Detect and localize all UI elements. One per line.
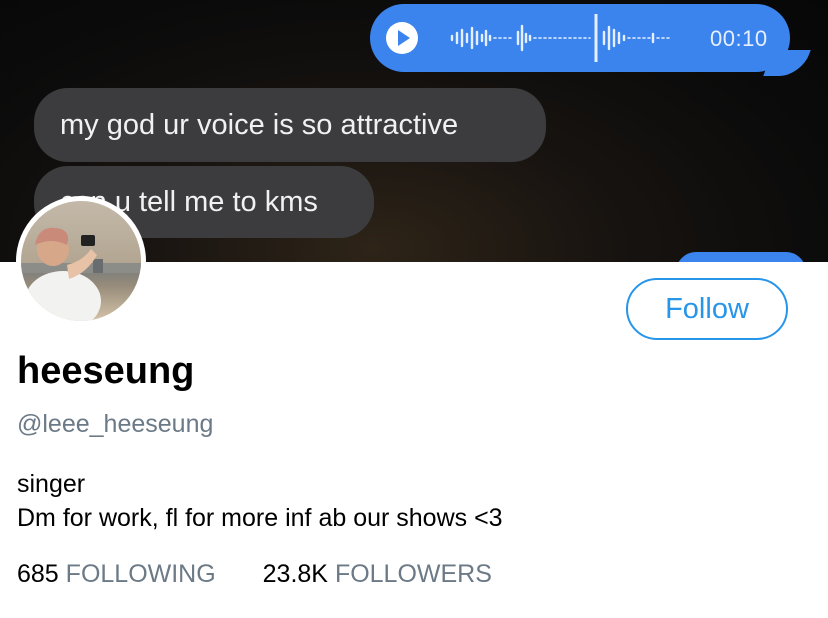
voice-message-bubble: 00:10 bbox=[370, 4, 790, 72]
followers-link[interactable]: 23.8K FOLLOWERS bbox=[263, 560, 492, 589]
avatar[interactable] bbox=[16, 196, 146, 326]
message-bubble-partial bbox=[676, 252, 806, 262]
display-name: heeseung bbox=[17, 350, 195, 392]
voice-duration: 00:10 bbox=[710, 26, 768, 51]
followers-count: 23.8K bbox=[262, 560, 328, 588]
following-count: 685 bbox=[17, 560, 59, 588]
waveform-icon bbox=[450, 14, 673, 62]
avatar-image bbox=[21, 201, 141, 321]
followers-label: FOLLOWERS bbox=[334, 560, 492, 588]
user-handle: @leee_heeseung bbox=[17, 410, 214, 438]
bio-line: singer bbox=[17, 470, 86, 498]
profile-stats: 685 FOLLOWING 23.8K FOLLOWERS bbox=[17, 560, 532, 589]
following-link[interactable]: 685 FOLLOWING bbox=[17, 560, 216, 589]
following-label: FOLLOWING bbox=[65, 560, 216, 588]
bio-line: Dm for work, fl for more inf ab our show… bbox=[17, 504, 503, 532]
profile-bio: singer Dm for work, fl for more inf ab o… bbox=[17, 467, 503, 535]
play-icon bbox=[386, 22, 418, 54]
message-bubble: my god ur voice is so attractive bbox=[34, 88, 546, 162]
follow-button[interactable]: Follow bbox=[626, 278, 788, 340]
